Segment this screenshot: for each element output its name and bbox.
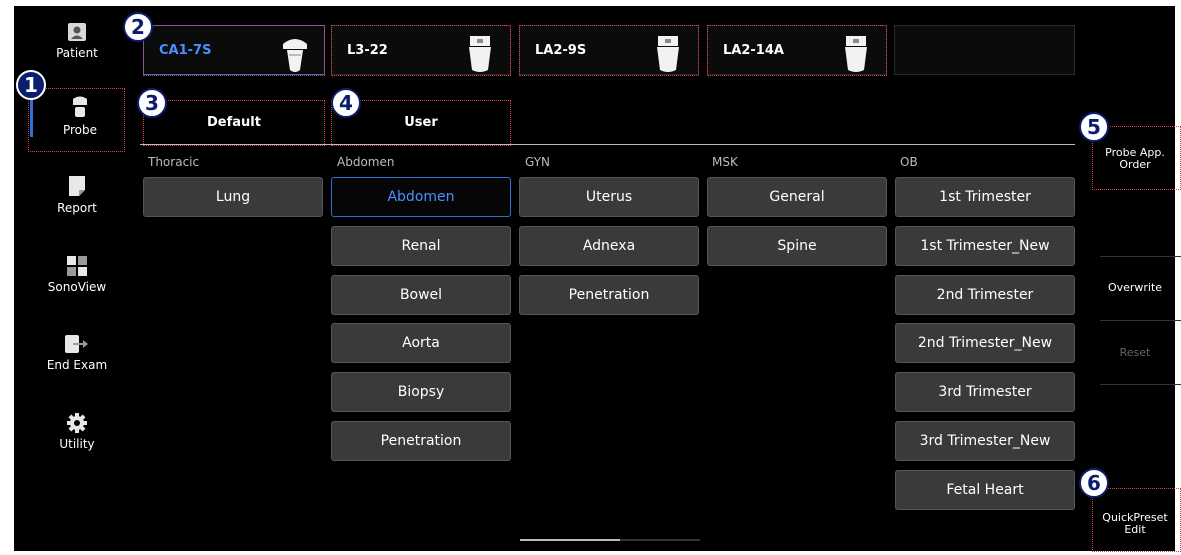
preset-uterus[interactable]: Uterus — [519, 177, 699, 217]
probe-app-order-button[interactable]: Probe App. Order — [1090, 147, 1180, 171]
preset-3rd-trimester-new[interactable]: 3rd Trimester_New — [895, 421, 1075, 461]
probe-icon — [73, 96, 87, 117]
callout-badge-4: 4 — [331, 88, 361, 118]
tab-divider — [140, 144, 1075, 145]
probe-slot-empty[interactable] — [894, 25, 1075, 75]
preset-abdomen-penetration[interactable]: Penetration — [331, 421, 511, 461]
nav-patient[interactable]: Patient — [30, 22, 124, 60]
end-exam-icon — [65, 335, 88, 353]
frame-left — [0, 0, 14, 555]
linear-probe-icon — [469, 36, 491, 72]
preset-biopsy[interactable]: Biopsy — [331, 372, 511, 412]
preset-bowel[interactable]: Bowel — [331, 275, 511, 315]
preset-1st-trimester-new[interactable]: 1st Trimester_New — [895, 226, 1075, 266]
category-gyn: GYN — [525, 155, 551, 169]
category-abdomen: Abdomen — [337, 155, 395, 169]
probe-slot-la2-9s[interactable]: LA2-9S — [519, 25, 699, 75]
callout-badge-6: 6 — [1079, 468, 1109, 498]
linear-probe-icon — [657, 36, 679, 72]
linear-probe-icon — [845, 36, 867, 72]
frame-right — [1175, 0, 1181, 555]
category-thoracic: Thoracic — [148, 155, 200, 169]
nav-probe[interactable]: Probe — [30, 95, 127, 137]
category-ob: OB — [900, 155, 918, 169]
frame-bottom — [0, 551, 1181, 555]
scrollbar-thumb[interactable] — [520, 539, 620, 541]
callout-badge-2: 2 — [123, 12, 153, 42]
preset-3rd-trimester[interactable]: 3rd Trimester — [895, 372, 1075, 412]
probe-slot-l3-22[interactable]: L3-22 — [331, 25, 511, 75]
overwrite-button[interactable]: Overwrite — [1090, 282, 1180, 294]
preset-2nd-trimester-new[interactable]: 2nd Trimester_New — [895, 323, 1075, 363]
preset-spine[interactable]: Spine — [707, 226, 887, 266]
quickpreset-edit-button[interactable]: QuickPreset Edit — [1090, 512, 1180, 536]
report-icon — [69, 176, 85, 196]
preset-abdomen[interactable]: Abdomen — [331, 177, 511, 217]
callout-badge-5: 5 — [1079, 112, 1109, 142]
preset-general[interactable]: General — [707, 177, 887, 217]
preset-1st-trimester[interactable]: 1st Trimester — [895, 177, 1075, 217]
preset-2nd-trimester[interactable]: 2nd Trimester — [895, 275, 1075, 315]
nav-end-exam[interactable]: End Exam — [30, 334, 124, 372]
patient-icon — [68, 23, 86, 41]
tab-default[interactable]: Default — [143, 100, 325, 145]
callout-badge-3: 3 — [137, 88, 167, 118]
side-divider — [1100, 256, 1181, 257]
nav-report[interactable]: Report — [30, 175, 124, 215]
frame-top — [0, 0, 1181, 6]
side-divider — [1100, 320, 1181, 321]
sonoview-icon — [67, 256, 87, 276]
callout-badge-1: 1 — [16, 70, 46, 100]
convex-probe-icon — [283, 39, 307, 72]
side-divider — [1100, 384, 1181, 385]
preset-lung[interactable]: Lung — [143, 177, 323, 217]
reset-button[interactable]: Reset — [1090, 347, 1180, 359]
probe-slot-la2-14a[interactable]: LA2-14A — [707, 25, 887, 75]
probe-slot-ca1-7s[interactable]: CA1-7S — [143, 25, 325, 75]
preset-renal[interactable]: Renal — [331, 226, 511, 266]
category-msk: MSK — [712, 155, 738, 169]
nav-sonoview[interactable]: SonoView — [30, 256, 124, 294]
preset-adnexa[interactable]: Adnexa — [519, 226, 699, 266]
preset-gyn-penetration[interactable]: Penetration — [519, 275, 699, 315]
nav-utility[interactable]: Utility — [30, 413, 124, 451]
preset-aorta[interactable]: Aorta — [331, 323, 511, 363]
gear-icon — [67, 413, 87, 433]
preset-fetal-heart[interactable]: Fetal Heart — [895, 470, 1075, 510]
